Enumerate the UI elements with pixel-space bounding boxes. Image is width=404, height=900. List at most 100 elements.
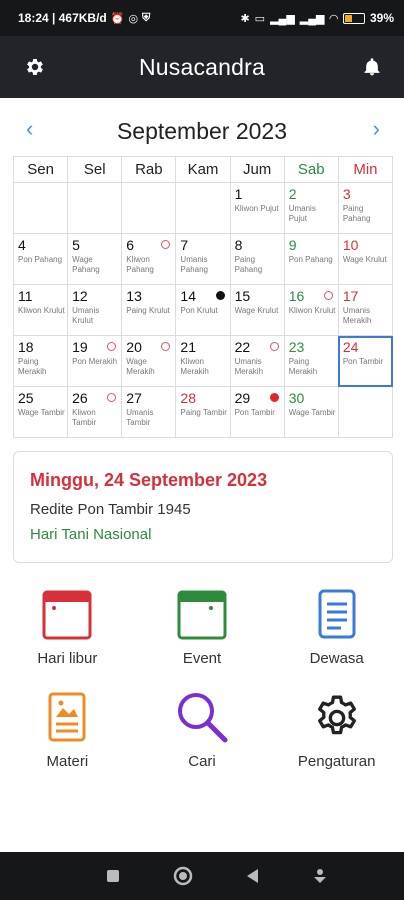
- menu-materi-button[interactable]: Materi: [0, 689, 135, 770]
- status-time: 18:24 | 467KB/d: [18, 11, 107, 25]
- calendar-day[interactable]: 13 Paing Krulut: [121, 284, 177, 336]
- calendar-day[interactable]: 22 Umanis Merakih: [229, 335, 285, 387]
- day-pasaran: Paing Pahang: [234, 255, 263, 274]
- day-pasaran: Paing Pahang: [342, 204, 371, 223]
- day-number: 4: [18, 237, 26, 253]
- day-pasaran: Wage Pahang: [72, 255, 100, 274]
- bell-icon[interactable]: [362, 56, 382, 78]
- calendar-day[interactable]: 14 Pon Krulut: [175, 284, 231, 336]
- month-title: September 2023: [116, 117, 288, 144]
- day-pasaran: Umanis Tambir: [126, 408, 154, 427]
- day-number: 3: [342, 186, 351, 202]
- calendar-day[interactable]: 21 Kliwon Merakih: [175, 335, 231, 387]
- recent-apps-icon[interactable]: [105, 868, 121, 884]
- day-number: 21: [180, 339, 196, 355]
- menu-hari-libur-button[interactable]: Hari libur: [0, 586, 135, 667]
- weekday-label: Rab: [121, 156, 177, 183]
- day-pasaran: Umanis Krulut: [72, 306, 100, 325]
- day-number: 11: [18, 288, 33, 304]
- home-icon[interactable]: [172, 865, 194, 887]
- calendar-day[interactable]: 23 Paing Merakih: [283, 335, 339, 387]
- calendar-day[interactable]: 26 Kliwon Tambir: [67, 386, 123, 438]
- calendar-day[interactable]: 5 Wage Pahang: [67, 233, 123, 285]
- menu-cari-button[interactable]: Cari: [135, 689, 270, 770]
- calendar-day[interactable]: 15 Wage Krulut: [229, 284, 285, 336]
- calendar-day[interactable]: 30 Wage Tambir: [283, 386, 339, 438]
- next-month-button[interactable]: ›: [373, 116, 380, 142]
- system-nav-bar: [0, 852, 404, 900]
- calendar-grid: Sen Sel Rab Kam Jum Sab Min 1 Kliwon Puju…: [12, 156, 394, 438]
- day-number: 2: [288, 186, 297, 202]
- day-number: 10: [342, 237, 359, 253]
- detail-date-title: Minggu, 24 September 2023: [30, 470, 268, 490]
- prev-month-button[interactable]: ‹: [26, 116, 33, 142]
- back-icon[interactable]: [244, 867, 260, 885]
- calendar-day[interactable]: 2 Umanis Pujut: [283, 182, 339, 234]
- calendar-day-selected[interactable]: 24 Pon Tambir: [337, 335, 394, 387]
- day-number: 25: [18, 390, 34, 406]
- day-pasaran: Kliwon Pahang: [126, 255, 154, 274]
- calendar-day[interactable]: 19 Pon Merakih: [67, 335, 123, 387]
- calendar-day[interactable]: 10 Wage Krulut: [337, 233, 394, 285]
- calendar-day[interactable]: 16 Kliwon Krulut: [283, 284, 339, 336]
- day-pasaran: Wage Merakih: [126, 357, 155, 376]
- calendar-week: 11 Kliwon Krulut 12 Umanis Krulut 13 Paing …: [12, 284, 394, 336]
- whatsapp-icon: ◎: [128, 12, 139, 25]
- weekday-label: Min: [337, 156, 394, 183]
- day-pasaran: Wage Tambir: [18, 408, 65, 417]
- day-number: 1: [234, 186, 243, 202]
- calendar-day[interactable]: 12 Umanis Krulut: [67, 284, 123, 336]
- calendar-week: 18 Paing Merakih 19 Pon Merakih 20 Wage Mer…: [12, 335, 394, 387]
- gear-icon[interactable]: [24, 56, 46, 78]
- day-pasaran: Wage Tambir: [288, 408, 336, 417]
- calendar-day[interactable]: 29 Pon Tambir: [229, 386, 285, 438]
- keyboard-hide-icon[interactable]: [311, 867, 329, 885]
- detail-holiday[interactable]: Hari Tani Nasional: [30, 526, 376, 543]
- calendar-day[interactable]: 20 Wage Merakih: [121, 335, 177, 387]
- day-pasaran: Wage Krulut: [342, 255, 387, 264]
- day-number: 30: [288, 390, 305, 406]
- menu-label: Materi: [46, 753, 89, 770]
- wifi-icon: ◠: [329, 12, 338, 25]
- signal-icon: ▂▄▆: [270, 12, 295, 25]
- day-pasaran: Pon Pahang: [18, 255, 63, 264]
- bluetooth-icon: ✱: [240, 12, 250, 25]
- date-detail-card: Minggu, 24 September 2023 Redite Pon Tam…: [13, 451, 393, 563]
- new-moon-marker: [215, 291, 225, 300]
- calendar-day[interactable]: 4 Pon Pahang: [12, 233, 69, 285]
- day-pasaran: Pon Tambir: [234, 408, 275, 417]
- calendar-day[interactable]: 9 Pon Pahang: [283, 233, 339, 285]
- day-pasaran: Kliwon Pujut: [234, 204, 279, 213]
- menu-row: Materi Cari Pengaturan: [0, 689, 404, 770]
- day-number: 7: [180, 237, 189, 253]
- day-number: 17: [342, 288, 359, 304]
- app-title: Nusacandra: [138, 53, 266, 80]
- calendar-week: 1 Kliwon Pujut 2 Umanis Pujut 3 Paing Pahan…: [12, 182, 394, 234]
- alarm-icon: ⏰: [110, 12, 125, 25]
- calendar-day[interactable]: 8 Paing Pahang: [229, 233, 285, 285]
- gear-icon: [312, 689, 362, 745]
- menu-label: Hari libur: [37, 650, 98, 667]
- day-pasaran: Paing Tambir: [180, 408, 227, 417]
- calendar-day[interactable]: 1 Kliwon Pujut: [229, 182, 285, 234]
- calendar-day[interactable]: 11 Kliwon Krulut: [12, 284, 69, 336]
- menu-pengaturan-button[interactable]: Pengaturan: [269, 689, 404, 770]
- month-header: ‹ September 2023 ›: [0, 114, 404, 148]
- calendar-day[interactable]: 18 Paing Merakih: [12, 335, 69, 387]
- calendar-day[interactable]: 17 Umanis Merakih: [337, 284, 394, 336]
- calendar-day[interactable]: 28 Paing Tambir: [175, 386, 231, 438]
- menu-dewasa-button[interactable]: Dewasa: [269, 586, 404, 667]
- day-pasaran: Kliwon Merakih: [180, 357, 209, 376]
- battery-level: 39%: [369, 11, 394, 25]
- calendar-day[interactable]: 3 Paing Pahang: [337, 182, 394, 234]
- day-pasaran: Pon Tambir: [342, 357, 384, 366]
- calendar-day[interactable]: 25 Wage Tambir: [12, 386, 69, 438]
- calendar-day[interactable]: 7 Umanis Pahang: [175, 233, 231, 285]
- calendar-day[interactable]: 27 Umanis Tambir: [121, 386, 177, 438]
- empty-cell: [121, 182, 177, 234]
- calendar-day[interactable]: 6 Kliwon Pahang: [121, 233, 177, 285]
- menu-event-button[interactable]: Event: [135, 586, 270, 667]
- day-number: 9: [288, 237, 297, 253]
- day-number: 27: [126, 390, 142, 406]
- day-number: 23: [288, 339, 305, 355]
